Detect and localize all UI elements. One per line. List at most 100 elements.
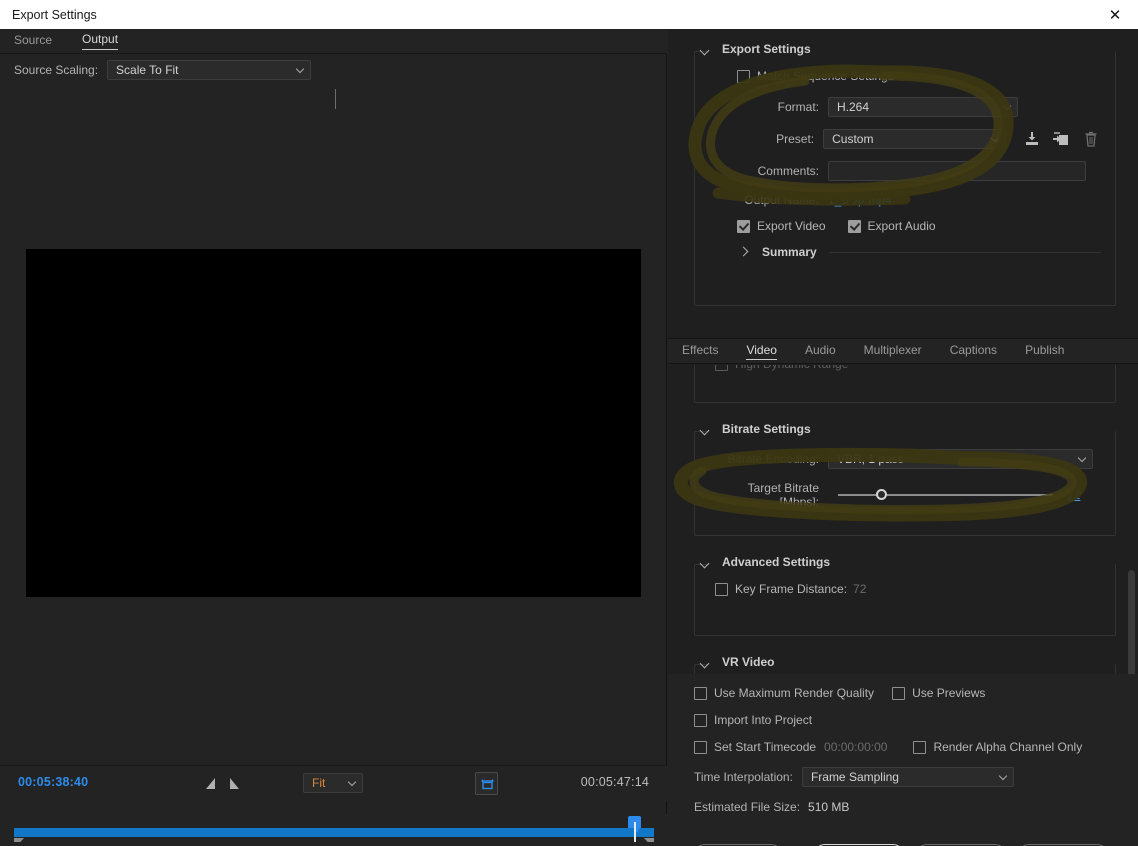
bitrate-settings-group: Bitrate Settings Bitrate Encoding: VBR, …	[694, 422, 1116, 536]
hdr-row: High Dynamic Range	[715, 365, 1101, 371]
export-settings-disclosure[interactable]	[699, 44, 712, 57]
end-timecode: 00:05:47:14	[580, 775, 649, 789]
export-audio-label[interactable]: Export Audio	[868, 219, 936, 233]
tab-multiplexer[interactable]: Multiplexer	[864, 343, 922, 359]
export-video-checkbox[interactable]	[737, 219, 750, 233]
import-into-project-row: Import Into Project	[694, 713, 1138, 727]
match-sequence-label[interactable]: Match Sequence Settings	[757, 69, 894, 83]
estimated-file-size-value: 510 MB	[808, 800, 850, 814]
advanced-settings-title: Advanced Settings	[715, 555, 838, 569]
export-audio-checkbox[interactable]	[847, 219, 861, 233]
title-bar: Export Settings ✕	[0, 0, 1138, 29]
settings-scrollbar[interactable]	[1128, 570, 1135, 674]
bitrate-settings-disclosure[interactable]	[699, 424, 712, 437]
time-interpolation-select[interactable]: Frame Sampling	[801, 767, 1014, 787]
set-in-point-icon[interactable]	[206, 778, 215, 789]
set-start-timecode-label[interactable]: Set Start Timecode	[714, 740, 816, 754]
source-range-row: Source Range: Sequence In/Out	[0, 842, 667, 846]
target-bitrate-row: Target Bitrate [Mbps]: 12	[709, 481, 1101, 509]
hdr-group: High Dynamic Range	[694, 365, 1116, 403]
settings-pane: Export Settings Match Sequence Settings …	[668, 29, 1138, 846]
output-name-label: Output Name:	[744, 193, 819, 207]
output-name-value[interactable]: 1_קליפ.mp4	[828, 193, 892, 207]
preset-value: Custom	[832, 132, 874, 146]
tab-audio[interactable]: Audio	[805, 343, 836, 359]
target-bitrate-knob[interactable]	[876, 489, 887, 500]
summary-disclosure[interactable]	[737, 246, 750, 259]
video-tab-content: High Dynamic Range Bitrate Settings Bitr…	[668, 365, 1138, 674]
summary-row[interactable]: Summary	[737, 245, 1101, 259]
start-timecode-row: Set Start Timecode 00:00:00:00 Render Al…	[694, 740, 1138, 754]
preset-select[interactable]: Custom	[823, 129, 1006, 149]
bitrate-settings-title: Bitrate Settings	[715, 422, 818, 436]
tab-publish[interactable]: Publish	[1025, 343, 1064, 359]
tab-captions[interactable]: Captions	[950, 343, 997, 359]
set-out-point-icon[interactable]	[230, 778, 239, 789]
export-toggles-row: Export Video Export Audio	[737, 219, 1101, 233]
start-timecode-value[interactable]: 00:00:00:00	[824, 740, 887, 754]
advanced-settings-disclosure[interactable]	[699, 557, 712, 570]
export-settings-group: Export Settings Match Sequence Settings …	[694, 42, 1116, 306]
key-frame-distance-label[interactable]: Key Frame Distance:	[735, 582, 847, 596]
tab-video[interactable]: Video	[746, 343, 777, 360]
preset-row: Preset: Custom	[709, 129, 1101, 149]
set-start-timecode-checkbox[interactable]	[694, 740, 707, 754]
tab-effects[interactable]: Effects	[682, 343, 718, 359]
target-bitrate-slider[interactable]	[838, 488, 1053, 502]
export-settings-window: Export Settings ✕ Source Output Source S…	[0, 0, 1138, 846]
chevron-down-icon	[1079, 457, 1086, 461]
summary-label: Summary	[762, 245, 817, 259]
scrub-bar[interactable]	[0, 814, 667, 846]
chevron-down-icon	[349, 781, 356, 785]
hdr-label[interactable]: High Dynamic Range	[735, 365, 848, 371]
key-frame-distance-row: Key Frame Distance: 72	[715, 582, 1101, 596]
bitrate-encoding-select[interactable]: VBR, 1 pass	[828, 449, 1093, 469]
tab-output[interactable]: Output	[82, 32, 119, 50]
save-preset-icon[interactable]	[1022, 129, 1042, 149]
import-into-project-label[interactable]: Import Into Project	[714, 713, 812, 727]
current-timecode[interactable]: 00:05:38:40	[18, 775, 88, 789]
export-video-label[interactable]: Export Video	[757, 219, 826, 233]
video-preview[interactable]	[26, 249, 641, 597]
delete-preset-icon[interactable]	[1081, 129, 1101, 149]
playhead-handle[interactable]	[628, 816, 641, 842]
use-previews-label[interactable]: Use Previews	[912, 686, 985, 700]
import-preset-icon[interactable]	[1051, 129, 1071, 149]
action-buttons: Metadata… Queue Export Cancel	[668, 834, 1138, 846]
settings-tabs: Effects Video Audio Multiplexer Captions…	[668, 338, 1138, 364]
comments-input[interactable]	[828, 161, 1086, 181]
use-max-render-quality-checkbox[interactable]	[694, 686, 707, 700]
time-interpolation-label: Time Interpolation:	[694, 770, 793, 784]
comments-row: Comments:	[709, 161, 1101, 181]
vr-video-disclosure[interactable]	[699, 657, 712, 670]
source-scaling-select[interactable]: Scale To Fit	[107, 60, 312, 80]
render-alpha-only-label[interactable]: Render Alpha Channel Only	[933, 740, 1082, 754]
source-scaling-row: Source Scaling: Scale To Fit	[14, 60, 312, 80]
format-row: Format: H.264	[709, 97, 1101, 117]
use-max-render-quality-label[interactable]: Use Maximum Render Quality	[714, 686, 874, 700]
transport-bar: 00:05:38:40 Fit 00:05:47:14	[0, 765, 667, 801]
import-into-project-checkbox[interactable]	[694, 713, 707, 727]
render-alpha-only-checkbox[interactable]	[913, 740, 927, 754]
key-frame-distance-value[interactable]: 72	[853, 582, 866, 596]
match-sequence-checkbox[interactable]	[737, 69, 750, 83]
bitrate-encoding-label: Bitrate Encoding:	[727, 452, 819, 466]
export-options: Use Maximum Render Quality Use Previews …	[668, 674, 1138, 834]
use-previews-checkbox[interactable]	[892, 686, 906, 700]
hdr-checkbox[interactable]	[715, 365, 728, 371]
time-interpolation-row: Time Interpolation: Frame Sampling	[694, 767, 1138, 787]
estimated-file-size-label: Estimated File Size:	[694, 800, 801, 814]
close-icon[interactable]: ✕	[1092, 0, 1138, 29]
tab-source[interactable]: Source	[14, 33, 52, 50]
preview-pane: Source Output Source Scaling: Scale To F…	[0, 29, 667, 846]
output-name-row: Output Name: 1_קליפ.mp4	[709, 193, 1101, 207]
key-frame-distance-checkbox[interactable]	[715, 582, 728, 596]
export-settings-title: Export Settings	[715, 42, 818, 56]
chevron-down-icon	[297, 68, 304, 72]
zoom-level-select[interactable]: Fit	[303, 773, 363, 793]
fit-frame-icon[interactable]	[475, 772, 498, 795]
match-sequence-row: Match Sequence Settings	[737, 69, 1101, 83]
target-bitrate-value[interactable]: 12	[1067, 488, 1080, 502]
scrub-track[interactable]	[14, 828, 654, 837]
format-select[interactable]: H.264	[828, 97, 1018, 117]
